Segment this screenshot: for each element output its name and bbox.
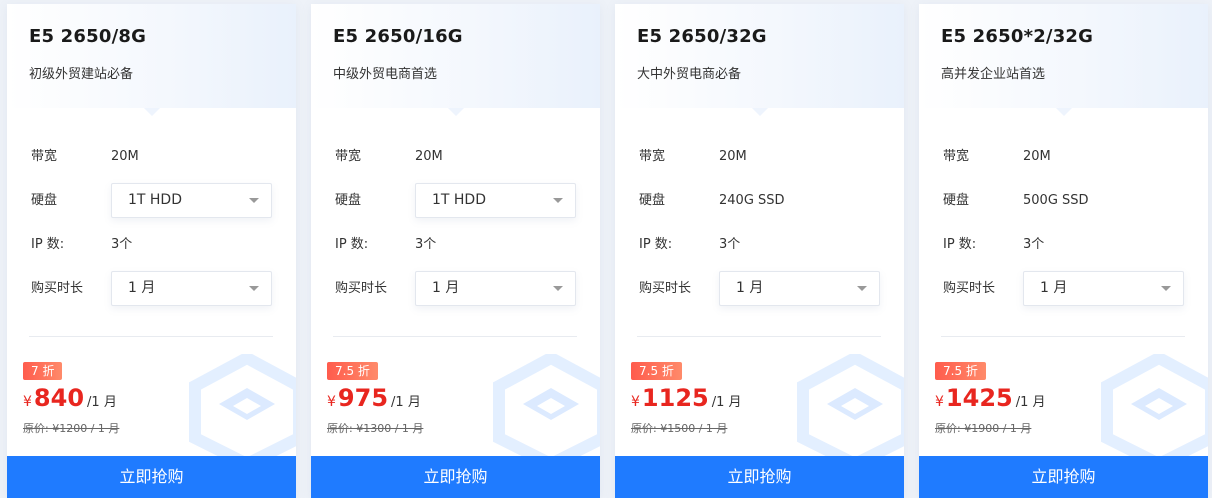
card-header: E5 2650/8G 初级外贸建站必备 — [7, 4, 296, 116]
bandwidth-label: 带宽 — [639, 149, 666, 164]
bandwidth-value: 20M — [719, 149, 747, 164]
duration-select-value: 1 月 — [128, 280, 156, 296]
caret-down-icon — [553, 198, 563, 203]
caret-down-icon — [857, 286, 867, 291]
currency-symbol: ¥ — [631, 394, 640, 410]
duration-select[interactable]: 1 月 — [415, 271, 576, 306]
price-unit: /1 月 — [391, 395, 421, 410]
plan-title: E5 2650/32G — [637, 26, 767, 47]
hexagon-logo-icon — [493, 354, 600, 464]
price-row: ¥975/1 月 — [327, 384, 421, 416]
divider — [941, 336, 1185, 337]
bandwidth-value: 20M — [111, 149, 139, 164]
price-value: 1425 — [945, 384, 1013, 412]
ip-value: 3个 — [1023, 237, 1045, 252]
disk-label: 硬盘 — [335, 193, 362, 208]
bandwidth-label: 带宽 — [943, 149, 970, 164]
hexagon-logo-icon — [189, 354, 296, 464]
disk-select[interactable]: 1T HDD — [111, 183, 272, 218]
plan-title: E5 2650*2/32G — [941, 26, 1094, 47]
duration-select[interactable]: 1 月 — [1023, 271, 1184, 306]
buy-now-button[interactable]: 立即抢购 — [7, 456, 296, 498]
plan-subtitle: 中级外贸电商首选 — [333, 67, 438, 82]
price-row: ¥1125/1 月 — [631, 384, 742, 416]
plan-subtitle: 大中外贸电商必备 — [637, 67, 742, 82]
price-unit: /1 月 — [1015, 395, 1046, 410]
caret-down-icon — [249, 198, 259, 203]
disk-value: 500G SSD — [1023, 193, 1089, 208]
plan-card: E5 2650/16G 中级外贸电商首选 带宽 20M 硬盘 1T HDD IP… — [311, 4, 600, 498]
currency-symbol: ¥ — [23, 394, 32, 410]
ip-label: IP 数: — [31, 237, 65, 252]
duration-select-value: 1 月 — [1040, 280, 1068, 296]
original-price: 原价: ¥1900 / 1 月 — [935, 422, 1032, 435]
duration-select-value: 1 月 — [736, 280, 764, 296]
discount-badge: 7 折 — [23, 362, 63, 380]
duration-label: 购买时长 — [639, 281, 692, 296]
price-value: 975 — [337, 384, 389, 412]
bandwidth-value: 20M — [1023, 149, 1051, 164]
plan-title: E5 2650/8G — [29, 26, 147, 47]
buy-now-button[interactable]: 立即抢购 — [311, 456, 600, 498]
caret-down-icon — [1161, 286, 1171, 291]
duration-select[interactable]: 1 月 — [719, 271, 880, 306]
original-price: 原价: ¥1300 / 1 月 — [327, 422, 424, 435]
price-unit: /1 月 — [87, 395, 117, 410]
card-header: E5 2650*2/32G 高并发企业站首选 — [919, 4, 1208, 116]
plan-card: E5 2650/32G 大中外贸电商必备 带宽 20M 硬盘 240G SSD … — [615, 4, 904, 498]
duration-label: 购买时长 — [31, 281, 84, 296]
bandwidth-label: 带宽 — [335, 149, 362, 164]
price-value: 1125 — [641, 384, 709, 412]
duration-select-value: 1 月 — [432, 280, 460, 296]
bandwidth-label: 带宽 — [31, 149, 58, 164]
price-unit: /1 月 — [711, 395, 742, 410]
discount-badge: 7.5 折 — [631, 362, 682, 380]
disk-label: 硬盘 — [943, 193, 970, 208]
ip-label: IP 数: — [943, 237, 977, 252]
card-header: E5 2650/16G 中级外贸电商首选 — [311, 4, 600, 116]
ip-label: IP 数: — [335, 237, 369, 252]
duration-label: 购买时长 — [335, 281, 388, 296]
price-row: ¥1425/1 月 — [935, 384, 1046, 416]
hexagon-logo-icon — [797, 354, 904, 464]
buy-now-button[interactable]: 立即抢购 — [615, 456, 904, 498]
discount-badge: 7.5 折 — [935, 362, 986, 380]
disk-select-value: 1T HDD — [128, 192, 182, 208]
buy-now-button[interactable]: 立即抢购 — [919, 456, 1208, 498]
bandwidth-value: 20M — [415, 149, 443, 164]
divider — [637, 336, 881, 337]
ip-label: IP 数: — [639, 237, 673, 252]
disk-select[interactable]: 1T HDD — [415, 183, 576, 218]
plan-card: E5 2650/8G 初级外贸建站必备 带宽 20M 硬盘 1T HDD IP … — [7, 4, 296, 498]
price-value: 840 — [33, 384, 85, 412]
caret-down-icon — [249, 286, 259, 291]
ip-value: 3个 — [415, 237, 437, 252]
duration-label: 购买时长 — [943, 281, 996, 296]
ip-value: 3个 — [111, 237, 133, 252]
disk-value: 240G SSD — [719, 193, 785, 208]
original-price: 原价: ¥1200 / 1 月 — [23, 422, 120, 435]
original-price: 原价: ¥1500 / 1 月 — [631, 422, 728, 435]
disk-label: 硬盘 — [639, 193, 666, 208]
divider — [333, 336, 577, 337]
currency-symbol: ¥ — [327, 394, 336, 410]
hexagon-logo-icon — [1101, 354, 1208, 464]
plan-subtitle: 初级外贸建站必备 — [29, 67, 134, 82]
plan-subtitle: 高并发企业站首选 — [941, 67, 1046, 82]
plan-card: E5 2650*2/32G 高并发企业站首选 带宽 20M 硬盘 500G SS… — [919, 4, 1208, 498]
divider — [29, 336, 273, 337]
discount-badge: 7.5 折 — [327, 362, 378, 380]
disk-select-value: 1T HDD — [432, 192, 486, 208]
caret-down-icon — [553, 286, 563, 291]
ip-value: 3个 — [719, 237, 741, 252]
card-header: E5 2650/32G 大中外贸电商必备 — [615, 4, 904, 116]
disk-label: 硬盘 — [31, 193, 58, 208]
price-row: ¥840/1 月 — [23, 384, 117, 416]
plan-title: E5 2650/16G — [333, 26, 463, 47]
duration-select[interactable]: 1 月 — [111, 271, 272, 306]
currency-symbol: ¥ — [935, 394, 944, 410]
pricing-cards: E5 2650/8G 初级外贸建站必备 带宽 20M 硬盘 1T HDD IP … — [0, 0, 1212, 498]
